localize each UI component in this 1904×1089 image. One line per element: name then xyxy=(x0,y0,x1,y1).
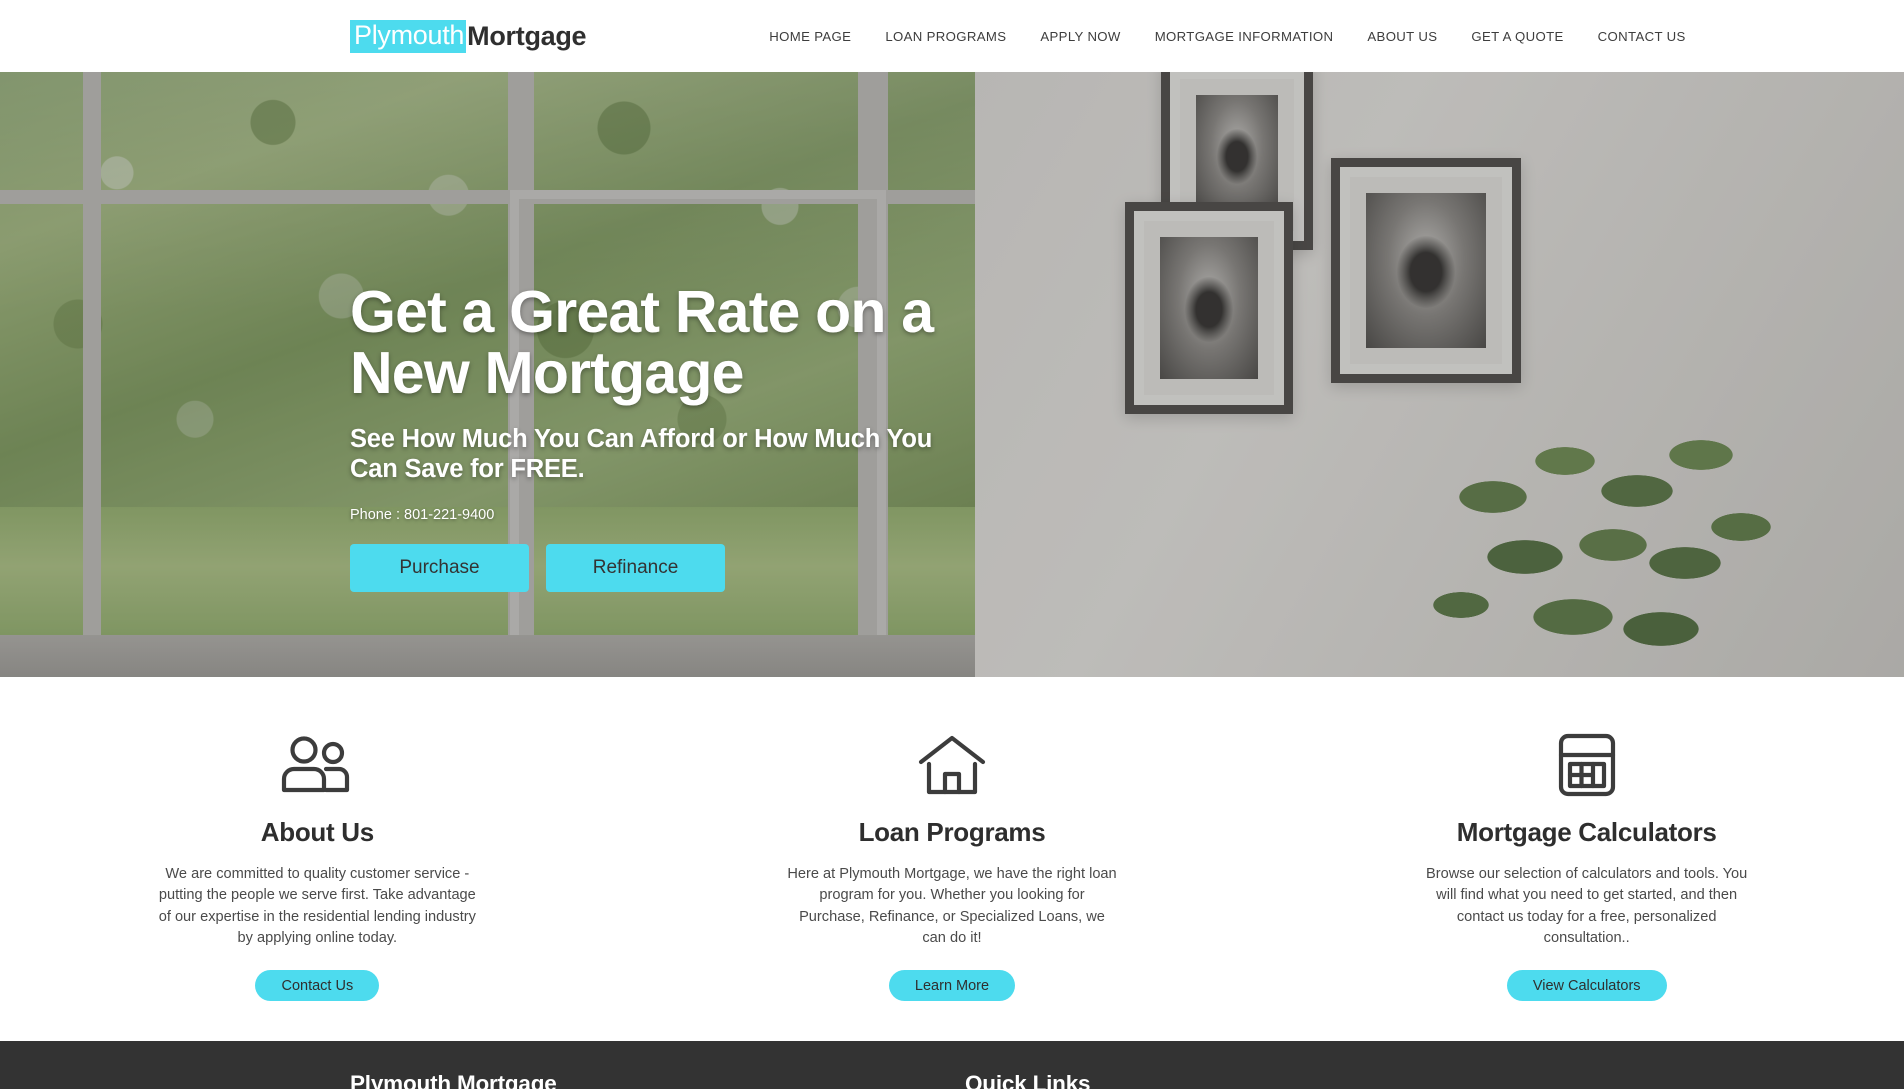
purchase-button[interactable]: Purchase xyxy=(350,543,529,592)
footer-quick-links-column: Quick Links Licensing xyxy=(965,1071,1091,1089)
features-section: About Us We are committed to quality cus… xyxy=(0,677,1904,1042)
feature-card-about-us: About Us We are committed to quality cus… xyxy=(0,729,635,1002)
house-icon xyxy=(689,729,1216,801)
nav-item-loan-programs[interactable]: LOAN PROGRAMS xyxy=(868,29,1023,44)
site-footer: Plymouth Mortgage 881 S Orem Blvd, Suite… xyxy=(0,1041,1904,1089)
feature-title: About Us xyxy=(260,817,374,847)
feature-card-mortgage-calculators: Mortgage Calculators Browse our selectio… xyxy=(1269,729,1904,1002)
nav-item-apply-now[interactable]: APPLY NOW xyxy=(1023,29,1137,44)
feature-title: Loan Programs xyxy=(858,817,1046,847)
feature-title: Mortgage Calculators xyxy=(1456,817,1717,847)
footer-quick-links-title: Quick Links xyxy=(965,1071,1091,1089)
hero-heading: Get a Great Rate on a New Mortgage xyxy=(350,279,934,407)
nav-item-mortgage-information[interactable]: MORTGAGE INFORMATION xyxy=(1138,29,1351,44)
feature-text: Browse our selection of calculators and … xyxy=(1426,866,1748,946)
hero-content: Get a Great Rate on a New Mortgage See H… xyxy=(350,279,1050,592)
feature-text: We are committed to quality customer ser… xyxy=(158,866,476,946)
people-icon xyxy=(54,729,581,801)
footer-company-name: Plymouth Mortgage xyxy=(350,1071,557,1089)
main-navigation: HOME PAGE LOAN PROGRAMS APPLY NOW MORTGA… xyxy=(752,29,1702,44)
nav-item-home-page[interactable]: HOME PAGE xyxy=(752,29,868,44)
hero-subheading: See How Much You Can Afford or How Much … xyxy=(350,424,933,483)
hero-buttons: Purchase Refinance xyxy=(350,543,1050,592)
hero-phone: Phone : 801-221-9400 xyxy=(350,506,495,523)
site-logo[interactable]: Plymouth Mortgage xyxy=(350,19,587,53)
refinance-button[interactable]: Refinance xyxy=(546,543,725,592)
feature-text: Here at Plymouth Mortgage, we have the r… xyxy=(787,866,1117,946)
calculator-icon xyxy=(1323,729,1850,801)
view-calculators-button[interactable]: View Calculators xyxy=(1506,970,1667,1002)
footer-company-column: Plymouth Mortgage 881 S Orem Blvd, Suite… xyxy=(350,1071,965,1089)
learn-more-button[interactable]: Learn More xyxy=(888,970,1016,1002)
site-header: Plymouth Mortgage HOME PAGE LOAN PROGRAMS… xyxy=(0,0,1904,72)
nav-item-get-a-quote[interactable]: GET A QUOTE xyxy=(1454,29,1580,44)
contact-us-button[interactable]: Contact Us xyxy=(255,970,380,1002)
hero-section: Get a Great Rate on a New Mortgage See H… xyxy=(0,72,1904,677)
logo-text-mortgage: Mortgage xyxy=(467,20,587,51)
nav-item-about-us[interactable]: ABOUT US xyxy=(1350,29,1454,44)
nav-item-contact-us[interactable]: CONTACT US xyxy=(1581,29,1703,44)
feature-card-loan-programs: Loan Programs Here at Plymouth Mortgage,… xyxy=(635,729,1270,1002)
logo-text-plymouth: Plymouth xyxy=(350,19,467,53)
